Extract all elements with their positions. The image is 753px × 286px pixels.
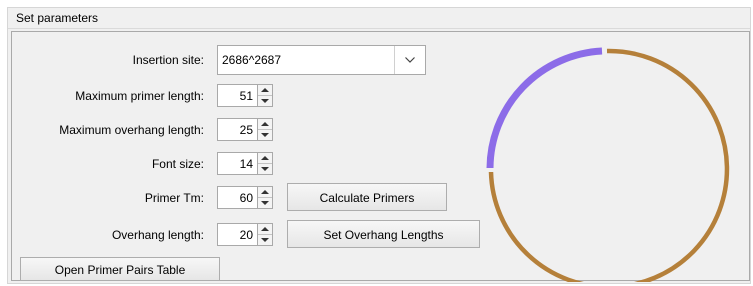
arrow-up-icon[interactable] — [258, 119, 272, 130]
max-primer-length-field[interactable]: 51 — [217, 84, 258, 107]
open-primer-pairs-table-button[interactable]: Open Primer Pairs Table — [20, 257, 220, 281]
arrow-down-icon[interactable] — [258, 96, 272, 106]
set-overhang-lengths-button[interactable]: Set Overhang Lengths — [287, 220, 480, 248]
insertion-site-label: Insertion site: — [132, 53, 204, 67]
set-parameters-panel: Set parameters Insertion site: 2686^2687… — [7, 7, 751, 284]
panel-title: Set parameters — [16, 11, 99, 25]
max-overhang-length-field[interactable]: 25 — [217, 118, 258, 141]
arrow-down-icon[interactable] — [258, 235, 272, 245]
calculate-primers-button[interactable]: Calculate Primers — [287, 183, 447, 211]
plasmid-map — [486, 47, 730, 282]
chevron-down-icon — [405, 57, 415, 63]
primer-tm-field[interactable]: 60 — [217, 186, 258, 209]
spinner-buttons — [258, 223, 273, 246]
spinner-buttons — [258, 152, 273, 175]
spinner-buttons — [258, 118, 273, 141]
overhang-length-spinner: 20 — [217, 223, 285, 246]
spinner-buttons — [258, 84, 273, 107]
selected-region-arc — [486, 47, 603, 169]
spinner-buttons — [258, 186, 273, 209]
font-size-field[interactable]: 14 — [217, 152, 258, 175]
arrow-up-icon[interactable] — [258, 187, 272, 198]
arrow-up-icon[interactable] — [258, 153, 272, 164]
primer-tm-spinner: 60 — [217, 186, 285, 209]
arrow-down-icon[interactable] — [258, 164, 272, 174]
arrow-down-icon[interactable] — [258, 130, 272, 140]
insertion-site-combobox[interactable]: 2686^2687 — [217, 45, 426, 75]
font-size-spinner: 14 — [217, 152, 285, 175]
max-primer-length-spinner: 51 — [217, 84, 285, 107]
primer-tm-label: Primer Tm: — [144, 191, 204, 205]
combo-dropdown-button[interactable] — [395, 46, 425, 74]
overhang-length-field[interactable]: 20 — [217, 223, 258, 246]
max-overhang-length-spinner: 25 — [217, 118, 285, 141]
arrow-down-icon[interactable] — [258, 198, 272, 208]
panel-body: Insertion site: 2686^2687 Maximum primer… — [11, 31, 750, 282]
overhang-length-label: Overhang length: — [111, 228, 204, 242]
max-overhang-length-label: Maximum overhang length: — [59, 123, 204, 137]
insertion-site-value: 2686^2687 — [222, 53, 282, 67]
arrow-up-icon[interactable] — [258, 85, 272, 96]
max-primer-length-label: Maximum primer length: — [75, 89, 204, 103]
panel-header: Set parameters — [8, 8, 750, 29]
font-size-label: Font size: — [151, 157, 204, 171]
arrow-up-icon[interactable] — [258, 224, 272, 235]
